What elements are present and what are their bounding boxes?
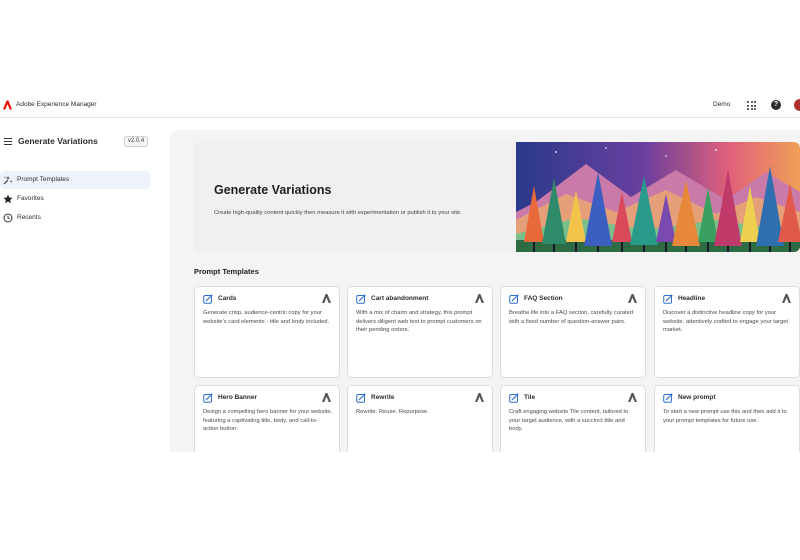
- star-icon: [3, 194, 13, 204]
- adobe-badge-icon: [322, 294, 331, 303]
- apps-grid-icon[interactable]: [747, 101, 756, 110]
- edit-sparkle-icon: [356, 393, 366, 403]
- card-description: Breathe life into a FAQ section, careful…: [509, 310, 634, 325]
- top-bar: Adobe Experience Manager Demo ?: [0, 96, 800, 118]
- main-content: Generate Variations Create high-quality …: [170, 130, 800, 452]
- card-description: Generate crisp, audience-centric copy fo…: [203, 310, 330, 325]
- hero-banner: Generate Variations Create high-quality …: [194, 142, 800, 252]
- card-title: Cards: [218, 295, 237, 302]
- template-card-cards[interactable]: Cards Generate crisp, audience-centric c…: [194, 286, 340, 378]
- card-description: Discover a distinctive headline copy for…: [663, 310, 789, 333]
- sidebar-item-label: Recents: [17, 214, 41, 221]
- card-description: Rewrite. Reuse. Repurpose.: [356, 409, 429, 415]
- card-title: Headline: [678, 295, 706, 302]
- card-description: To start a new prompt use this and then …: [663, 409, 787, 424]
- template-card-headline[interactable]: Headline Discover a distinctive headline…: [654, 286, 800, 378]
- card-title: New prompt: [678, 394, 716, 401]
- template-card-new-prompt[interactable]: New prompt To start a new prompt use thi…: [654, 385, 800, 452]
- template-card-rewrite[interactable]: Rewrite Rewrite. Reuse. Repurpose.: [347, 385, 493, 452]
- clock-icon: [3, 213, 13, 223]
- adobe-badge-icon: [475, 294, 484, 303]
- sidebar-title: Generate Variations: [18, 136, 98, 146]
- template-card-hero-banner[interactable]: Hero Banner Design a compelling hero ban…: [194, 385, 340, 452]
- sidebar: Generate Variations v2.0.4 Prompt Templa…: [0, 118, 160, 452]
- org-switcher[interactable]: Demo: [713, 101, 730, 108]
- template-card-faq-section[interactable]: FAQ Section Breathe life into a FAQ sect…: [500, 286, 646, 378]
- app-name[interactable]: Adobe Experience Manager: [16, 101, 97, 108]
- adobe-badge-icon: [782, 294, 791, 303]
- card-title: Tile: [524, 394, 536, 401]
- sidebar-header: Generate Variations v2.0.4: [0, 132, 160, 150]
- section-title: Prompt Templates: [194, 267, 259, 276]
- card-title: Cart abandonment: [371, 295, 429, 302]
- adobe-badge-icon: [322, 393, 331, 402]
- edit-sparkle-icon: [356, 294, 366, 304]
- version-badge: v2.0.4: [124, 136, 148, 147]
- edit-sparkle-icon: [509, 393, 519, 403]
- adobe-badge-icon: [628, 294, 637, 303]
- hero-subtitle: Create high-quality content quickly then…: [214, 210, 462, 216]
- card-description: With a mix of charm and strategy, this p…: [356, 310, 482, 333]
- prompt-templates-icon: [3, 176, 12, 185]
- card-description: Design a compelling hero banner for your…: [203, 409, 333, 432]
- hero-illustration: [516, 142, 800, 252]
- card-title: FAQ Section: [524, 295, 563, 302]
- sidebar-item-label: Prompt Templates: [17, 176, 70, 183]
- edit-sparkle-icon: [509, 294, 519, 304]
- menu-icon[interactable]: [4, 138, 12, 145]
- template-card-cart-abandonment[interactable]: Cart abandonment With a mix of charm and…: [347, 286, 493, 378]
- sidebar-item-prompt-templates[interactable]: Prompt Templates: [0, 171, 150, 189]
- edit-sparkle-icon: [663, 393, 673, 403]
- adobe-badge-icon: [475, 393, 484, 402]
- edit-sparkle-icon: [203, 393, 213, 403]
- help-icon[interactable]: ?: [771, 100, 781, 110]
- edit-sparkle-icon: [663, 294, 673, 304]
- hero-title: Generate Variations: [214, 183, 332, 197]
- card-description: Craft engaging website Tile content, tai…: [509, 409, 629, 432]
- sidebar-item-label: Favorites: [17, 195, 44, 202]
- card-title: Rewrite: [371, 394, 395, 401]
- adobe-logo-icon[interactable]: [3, 100, 12, 110]
- card-title: Hero Banner: [218, 394, 258, 401]
- sidebar-item-recents[interactable]: Recents: [0, 209, 150, 227]
- sidebar-item-favorites[interactable]: Favorites: [0, 190, 150, 208]
- template-card-tile[interactable]: Tile Craft engaging website Tile content…: [500, 385, 646, 452]
- edit-sparkle-icon: [203, 294, 213, 304]
- adobe-badge-icon: [628, 393, 637, 402]
- avatar[interactable]: [794, 99, 800, 111]
